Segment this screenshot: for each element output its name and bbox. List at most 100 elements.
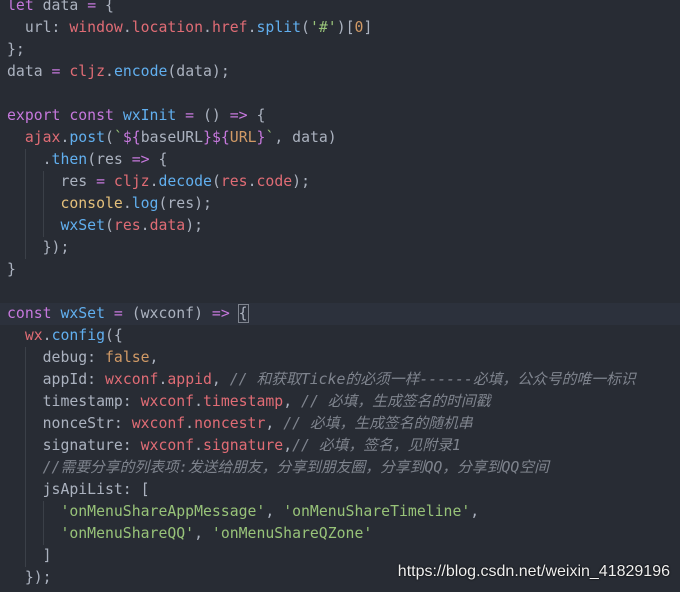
code-line[interactable]: console.log(res); [0, 193, 680, 215]
code-line[interactable]: 'onMenuShareAppMessage', 'onMenuShareTim… [0, 501, 680, 523]
code-plain: () [203, 107, 230, 124]
code-area[interactable]: let data = { url: window.location.href.s… [0, 0, 680, 589]
code-plain: ( [301, 19, 310, 36]
code-plain: . [185, 415, 195, 432]
code-editor[interactable]: let data = { url: window.location.href.s… [0, 0, 680, 592]
code-line[interactable]: .then(res => { [0, 149, 680, 171]
code-variable: wxconf [140, 437, 195, 454]
code-comment: // 和获取Ticke的必须一样------必填，公众号的唯一标识 [229, 371, 636, 388]
code-operator: = [105, 305, 132, 322]
code-line[interactable]: wx.config({ [0, 325, 680, 347]
code-variable: timestamp [203, 393, 284, 410]
code-plain: )[ [336, 19, 355, 36]
code-plain: , [149, 349, 159, 366]
code-line[interactable]: ajax.post(`${baseURL}${URL}`, data) [0, 127, 680, 149]
code-template: }${ [203, 129, 230, 146]
code-plain: , [194, 525, 212, 542]
code-plain: }); [7, 569, 52, 586]
code-plain: { [247, 107, 266, 124]
code-template: ${ [122, 129, 141, 146]
code-line[interactable] [0, 83, 680, 105]
code-plain: . [122, 19, 132, 36]
code-plain: ] [363, 19, 373, 36]
code-line[interactable]: } [0, 259, 680, 281]
code-string: 'onMenuShareTimeline' [283, 503, 471, 520]
code-property: appId: [7, 371, 105, 388]
code-function: then [51, 151, 88, 168]
code-plain: (res [87, 151, 132, 168]
code-variable: signature [203, 437, 284, 454]
code-line[interactable] [0, 281, 680, 303]
code-line[interactable]: //需要分享的列表项:发送给朋友，分享到朋友圈，分享到QQ，分享到QQ空间 [0, 457, 680, 479]
code-property: timestamp: [7, 393, 141, 410]
code-operator: = [87, 0, 97, 14]
code-plain: . [7, 151, 52, 168]
code-plain: . [122, 195, 132, 212]
code-operator: => [211, 305, 239, 322]
code-comment: // 必填，生成签名的随机串 [283, 415, 473, 432]
code-line[interactable]: }); [0, 237, 680, 259]
code-line[interactable]: export const wxInit = () => { [0, 105, 680, 127]
code-line[interactable]: res = cljz.decode(res.code); [0, 171, 680, 193]
code-line[interactable]: data = cljz.encode(data); [0, 61, 680, 83]
code-plain: , [265, 503, 284, 520]
code-plain: ); [292, 173, 310, 190]
code-constant: URL [229, 129, 257, 146]
code-variable: data [149, 217, 186, 234]
code-line[interactable]: nonceStr: wxconf.noncestr, // 必填，生成签名的随机… [0, 413, 680, 435]
code-comment: // 必填，签名，见附录1 [292, 437, 461, 454]
code-variable: res [220, 173, 248, 190]
code-variable: noncestr [194, 415, 266, 432]
code-function: wxSet [7, 217, 105, 234]
code-plain: . [194, 393, 204, 410]
code-variable: code [256, 173, 293, 190]
code-variable: cljz [113, 173, 150, 190]
code-number: false [105, 349, 150, 366]
code-function: log [131, 195, 159, 212]
code-plain: ); [185, 217, 204, 234]
code-variable: ajax [7, 129, 61, 146]
code-variable: wxconf [105, 371, 159, 388]
code-line[interactable]: 'onMenuShareQQ', 'onMenuShareQZone' [0, 523, 680, 545]
code-line[interactable]: jsApiList: [ [0, 479, 680, 501]
code-variable: res [113, 217, 141, 234]
code-line[interactable]: let data = { [0, 0, 680, 17]
code-operator: = [96, 173, 114, 190]
current-line[interactable]: const wxSet = (wxconf) => { [0, 303, 680, 325]
code-plain: data [33, 0, 88, 14]
code-plain: . [194, 437, 204, 454]
code-function: decode [158, 173, 212, 190]
code-plain: . [140, 217, 150, 234]
code-line[interactable]: signature: wxconf.signature,// 必填，签名，见附录… [0, 435, 680, 457]
code-line[interactable]: url: window.location.href.split('#')[0] [0, 17, 680, 39]
code-operator: => [131, 151, 150, 168]
code-plain: , [211, 371, 230, 388]
code-comment: //需要分享的列表项:发送给朋友，分享到朋友圈，分享到QQ，分享到QQ空间 [7, 459, 549, 476]
code-property: nonceStr: [7, 415, 132, 432]
code-plain: res [7, 173, 97, 190]
code-variable: wxconf [131, 415, 186, 432]
code-plain: . [105, 63, 114, 80]
code-operator: = [176, 107, 203, 124]
code-line[interactable]: wxSet(res.data); [0, 215, 680, 237]
code-plain: }); [7, 239, 70, 256]
code-line[interactable]: timestamp: wxconf.timestamp, // 必填，生成签名的… [0, 391, 680, 413]
code-plain: . [247, 173, 257, 190]
code-line[interactable]: debug: false, [0, 347, 680, 369]
code-plain: [ [140, 481, 150, 498]
code-plain: , [283, 393, 302, 410]
code-plain: { [149, 151, 168, 168]
code-line[interactable]: appId: wxconf.appid, // 和获取Ticke的必须一样---… [0, 369, 680, 391]
code-comment: // 必填，生成签名的时间戳 [301, 393, 491, 410]
code-function: config [51, 327, 106, 344]
code-keyword: export const [7, 107, 123, 124]
code-plain: data [7, 63, 52, 80]
code-variable: href [211, 19, 248, 36]
code-plain: (wxconf) [131, 305, 212, 322]
code-plain: ( [105, 217, 114, 234]
code-plain: (res); [158, 195, 212, 212]
code-line[interactable]: }; [0, 39, 680, 61]
code-plain: ({ [105, 327, 123, 344]
code-operator: => [229, 107, 248, 124]
code-plain: . [42, 327, 52, 344]
